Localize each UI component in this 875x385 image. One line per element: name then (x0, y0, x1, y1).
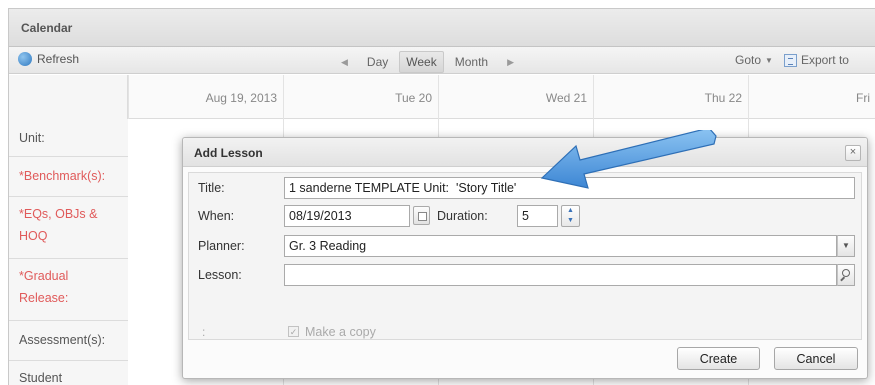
day-header-row: Aug 19, 2013 Tue 20 Wed 21 Thu 22 Fri (9, 75, 875, 119)
row-label-unit: Unit: (9, 119, 128, 157)
day-header-tue: Tue 20 (283, 75, 438, 119)
title-row: Title: (189, 175, 861, 201)
create-button[interactable]: Create (677, 347, 760, 370)
lesson-row: Lesson: (189, 262, 861, 288)
stepper-down-icon[interactable]: ▼ (562, 216, 579, 226)
refresh-icon (18, 52, 32, 66)
chevron-down-icon[interactable]: ▼ (837, 235, 855, 257)
dialog-title: Add Lesson (194, 146, 263, 160)
row-label-gradual-release: *Gradual Release: (9, 259, 128, 321)
add-lesson-dialog: Add Lesson × Title: When: Duration: ▲ ▼ … (182, 137, 868, 379)
day-header-thu: Thu 22 (593, 75, 748, 119)
when-row: When: Duration: ▲ ▼ (189, 203, 861, 229)
lesson-input[interactable] (284, 264, 837, 286)
title-label: Title: (198, 181, 225, 195)
export-icon (783, 53, 797, 67)
export-button[interactable]: Export to (801, 53, 849, 67)
search-icon[interactable] (837, 264, 855, 286)
calendar-toolbar: Refresh ◀ Day Week Month ▶ Goto ▼ Export… (9, 47, 875, 74)
planner-label: Planner: (198, 239, 245, 253)
dialog-header: Add Lesson × (183, 138, 867, 167)
prev-arrow-icon[interactable]: ◀ (331, 57, 358, 68)
dialog-footer: Create Cancel (183, 340, 867, 378)
next-arrow-icon[interactable]: ▶ (497, 57, 524, 68)
day-header-mon: Aug 19, 2013 (128, 75, 283, 119)
duration-stepper[interactable]: ▲ ▼ (561, 205, 580, 227)
make-copy-checkbox[interactable]: ✓ (288, 326, 299, 337)
refresh-label: Refresh (37, 52, 80, 66)
stepper-up-icon[interactable]: ▲ (562, 206, 579, 216)
row-label-benchmark: *Benchmark(s): (9, 157, 128, 197)
day-header-fri: Fri (748, 75, 875, 119)
when-label: When: (198, 209, 235, 223)
view-month-button[interactable]: Month (448, 51, 495, 73)
view-navigation: ◀ Day Week Month ▶ (331, 51, 524, 73)
goto-button[interactable]: Goto (735, 53, 761, 67)
row-label-assessment: Assessment(s): (9, 321, 128, 361)
row-label-eqs: *EQs, OBJs & HOQ (9, 197, 128, 259)
make-copy-label: Make a copy (305, 325, 376, 339)
close-icon[interactable]: × (845, 145, 861, 161)
when-date-input[interactable] (284, 205, 410, 227)
lesson-label: Lesson: (198, 268, 242, 282)
annotation-arrow-icon (540, 130, 717, 189)
view-week-button[interactable]: Week (399, 51, 444, 73)
goto-caret-icon: ▼ (765, 55, 773, 65)
duration-label: Duration: (437, 209, 488, 223)
row-label-student: Student (9, 361, 128, 385)
app-title: Calendar (9, 9, 875, 47)
refresh-button[interactable]: Refresh (18, 52, 79, 66)
day-header-wed: Wed 21 (438, 75, 593, 119)
view-day-button[interactable]: Day (360, 51, 395, 73)
planner-select[interactable] (284, 235, 837, 257)
duration-input[interactable] (517, 205, 558, 227)
toolbar-right: Goto ▼ Export to (735, 53, 849, 67)
dialog-form: Title: When: Duration: ▲ ▼ Planner: ▼ Le… (188, 172, 862, 340)
copy-row-label: : (202, 325, 206, 339)
calendar-picker-icon[interactable] (413, 206, 430, 225)
cancel-button[interactable]: Cancel (774, 347, 858, 370)
planner-row: Planner: ▼ (189, 233, 861, 259)
